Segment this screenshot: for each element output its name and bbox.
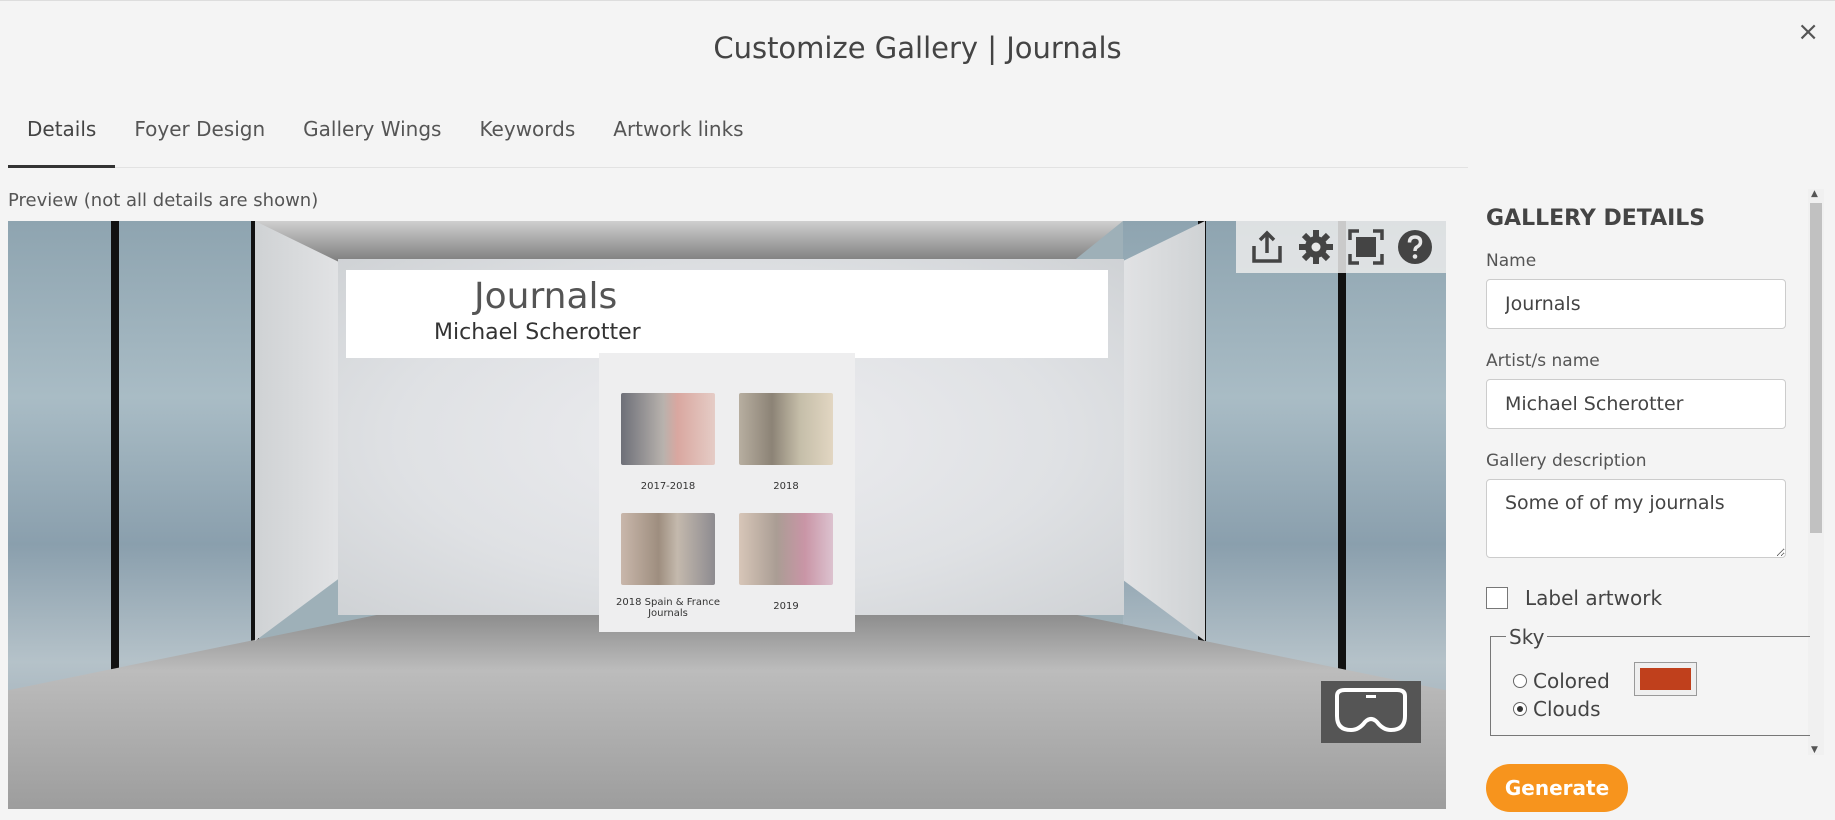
artwork-thumbnail[interactable] [621,513,715,585]
fullscreen-icon[interactable] [1346,227,1386,267]
preview-label: Preview (not all details are shown) [8,190,319,211]
banner-artist: Michael Scherotter [434,320,641,345]
tab-keywords[interactable]: Keywords [460,109,594,168]
scroll-down-icon[interactable]: ▼ [1811,745,1818,755]
gallery-description-input[interactable]: Some of of my journals [1486,479,1786,558]
sky-colored-label: Colored [1533,669,1610,693]
artist-name-input[interactable] [1486,379,1786,429]
label-artwork-label: Label artwork [1525,586,1663,610]
tab-gallery-wings[interactable]: Gallery Wings [284,109,460,168]
gallery-ceiling [255,221,1123,263]
banner-title: Journals [474,276,618,317]
tab-foyer-design[interactable]: Foyer Design [115,109,284,168]
sky-colored-option[interactable]: Colored [1513,669,1610,693]
generate-button[interactable]: Generate [1486,764,1628,812]
help-icon[interactable] [1395,227,1435,267]
sky-fieldset: Sky Colored Clouds [1490,625,1810,736]
panel-scrollbar[interactable]: ▲ ▼ [1808,189,1824,755]
sky-clouds-option[interactable]: Clouds [1513,697,1601,721]
sky-clouds-radio[interactable] [1513,702,1527,716]
gallery-preview[interactable]: Journals Michael Scherotter 2017-2018 20… [8,221,1446,809]
customize-gallery-dialog: Customize Gallery | Journals × Details F… [0,0,1835,820]
window-pillar [111,221,119,671]
artwork-thumbnail[interactable] [739,393,833,465]
dialog-title: Customize Gallery | Journals [713,31,1122,65]
close-icon[interactable]: × [1797,19,1819,45]
name-input[interactable] [1486,279,1786,329]
gallery-side-wall [1119,221,1205,641]
artwork-caption: 2018 Spain & France Journals [616,597,720,619]
label-artwork-row[interactable]: Label artwork [1486,586,1806,610]
artwork-board: 2017-2018 2018 2018 Spain & France Journ… [599,353,855,632]
artwork-caption: 2018 [773,481,799,492]
sky-color-swatch [1640,668,1691,690]
tab-details[interactable]: Details [8,109,116,168]
sky-colored-radio[interactable] [1513,674,1527,688]
gallery-description-label: Gallery description [1486,451,1647,471]
gallery-details-panel: GALLERY DETAILS Name Artist/s name Galle… [1486,206,1810,736]
artwork-caption: 2017-2018 [640,481,696,492]
gallery-side-wall [255,221,341,641]
window-pillar [1338,221,1346,671]
artwork-thumbnail[interactable] [621,393,715,465]
gear-icon[interactable] [1296,227,1336,267]
gallery-details-heading: GALLERY DETAILS [1486,206,1706,231]
preview-toolbar [1236,221,1446,273]
scroll-thumb[interactable] [1810,203,1822,533]
tab-artwork-links[interactable]: Artwork links [594,109,762,168]
artist-name-label: Artist/s name [1486,351,1600,371]
sky-legend: Sky [1506,625,1548,649]
scroll-up-icon[interactable]: ▲ [1811,189,1818,199]
sky-color-picker[interactable] [1634,662,1697,696]
sky-clouds-label: Clouds [1533,697,1601,721]
artwork-caption: 2019 [773,601,799,612]
gallery-banner: Journals Michael Scherotter [346,270,1108,358]
name-label: Name [1486,251,1537,271]
label-artwork-checkbox[interactable] [1486,587,1508,609]
artwork-thumbnail[interactable] [739,513,833,585]
share-icon[interactable] [1247,227,1287,267]
tab-bar: Details Foyer Design Gallery Wings Keywo… [8,109,1468,168]
vr-headset-icon[interactable] [1321,681,1421,743]
